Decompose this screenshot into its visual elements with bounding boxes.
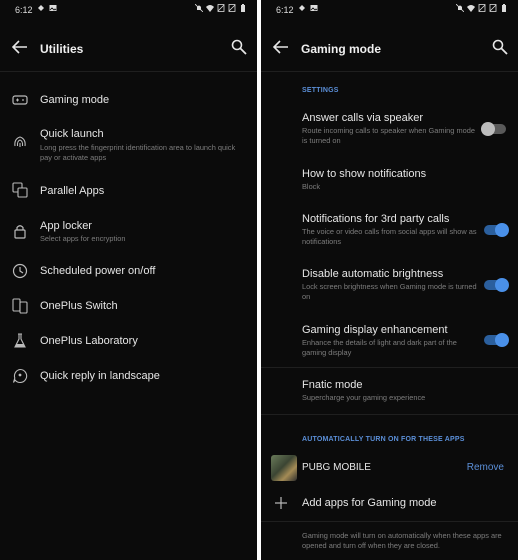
parallel-apps-icon bbox=[12, 182, 28, 198]
list-item-quick-launch[interactable]: Quick launch Long press the fingerprint … bbox=[0, 124, 257, 166]
no-sim-icon bbox=[217, 4, 225, 12]
switch-phones-icon bbox=[12, 298, 28, 314]
divider bbox=[261, 367, 518, 368]
setting-label: Answer calls via speaker bbox=[302, 112, 424, 124]
item-label: Parallel Apps bbox=[40, 185, 105, 197]
list-item-app-locker[interactable]: App locker Select apps for encryption bbox=[0, 214, 257, 250]
mute-icon bbox=[456, 4, 464, 12]
search-icon[interactable] bbox=[492, 39, 508, 55]
setting-subtitle: Lock screen brightness when Gaming mode … bbox=[302, 282, 477, 301]
fingerprint-icon bbox=[14, 136, 26, 147]
mute-icon bbox=[195, 4, 203, 12]
display-enhancement-toggle[interactable] bbox=[484, 333, 509, 347]
image-icon bbox=[310, 5, 318, 11]
add-apps-label: Add apps for Gaming mode bbox=[302, 497, 437, 509]
setting-display-enhancement[interactable]: Gaming display enhancement Enhance the d… bbox=[261, 318, 518, 358]
gaming-mode-screen: 6:12 Gaming mode SETTINGS Answer calls v… bbox=[261, 0, 518, 560]
setting-answer-calls-speaker[interactable]: Answer calls via speaker Route incoming … bbox=[261, 106, 518, 146]
item-label: OnePlus Switch bbox=[40, 300, 118, 312]
item-label: Scheduled power on/off bbox=[40, 265, 156, 277]
third-party-calls-toggle[interactable] bbox=[484, 223, 509, 237]
setting-subtitle: Supercharge your gaming experience bbox=[302, 393, 426, 402]
setting-subtitle: The voice or video calls from social app… bbox=[302, 227, 477, 246]
utilities-screen: 6:12 Utilities Gaming mode Quick launch … bbox=[0, 0, 257, 560]
no-sim-icon bbox=[478, 4, 486, 12]
no-sim-icon bbox=[489, 4, 497, 12]
status-bar: 6:12 bbox=[0, 0, 257, 20]
wifi-icon bbox=[206, 5, 214, 12]
answer-calls-toggle[interactable] bbox=[481, 122, 506, 136]
item-label: App locker bbox=[40, 220, 92, 232]
plus-icon bbox=[275, 497, 287, 509]
clock-icon bbox=[12, 263, 28, 279]
list-item-oneplus-laboratory[interactable]: OnePlus Laboratory bbox=[0, 328, 257, 358]
setting-disable-auto-brightness[interactable]: Disable automatic brightness Lock screen… bbox=[261, 262, 518, 302]
notification-icon bbox=[299, 5, 305, 11]
divider bbox=[261, 414, 518, 415]
app-row-pubg[interactable]: PUBG MOBILE Remove bbox=[261, 452, 518, 484]
setting-3rd-party-calls[interactable]: Notifications for 3rd party calls The vo… bbox=[261, 207, 518, 247]
section-header-settings: SETTINGS bbox=[302, 87, 339, 94]
notification-icon bbox=[38, 5, 44, 11]
no-sim-icon bbox=[228, 4, 236, 12]
setting-label: Disable automatic brightness bbox=[302, 268, 444, 280]
pubg-app-icon bbox=[271, 455, 297, 481]
quick-reply-icon bbox=[12, 368, 28, 384]
status-bar: 6:12 bbox=[261, 0, 518, 20]
setting-label: Gaming display enhancement bbox=[302, 324, 448, 336]
battery-icon bbox=[502, 4, 506, 12]
setting-label: Notifications for 3rd party calls bbox=[302, 213, 450, 225]
app-name: PUBG MOBILE bbox=[302, 462, 371, 473]
search-icon[interactable] bbox=[231, 39, 247, 55]
app-bar: Utilities bbox=[0, 22, 257, 72]
item-subtitle: Select apps for encryption bbox=[40, 234, 126, 243]
setting-fnatic-mode[interactable]: Fnatic mode Supercharge your gaming expe… bbox=[261, 372, 518, 408]
item-label: Gaming mode bbox=[40, 94, 110, 106]
item-label: Quick launch bbox=[40, 128, 104, 140]
section-header-apps: AUTOMATICALLY TURN ON FOR THESE APPS bbox=[302, 436, 465, 443]
add-apps-row[interactable]: Add apps for Gaming mode bbox=[261, 490, 518, 518]
back-arrow-icon[interactable] bbox=[273, 40, 289, 54]
list-item-gaming-mode[interactable]: Gaming mode bbox=[0, 86, 257, 116]
gamepad-icon bbox=[12, 95, 28, 105]
item-label: OnePlus Laboratory bbox=[40, 335, 138, 347]
setting-subtitle: Block bbox=[302, 182, 321, 191]
setting-notifications-display[interactable]: How to show notifications Block bbox=[261, 160, 518, 194]
page-title: Gaming mode bbox=[301, 42, 382, 56]
image-icon bbox=[49, 5, 57, 11]
list-item-scheduled-power[interactable]: Scheduled power on/off bbox=[0, 258, 257, 288]
list-item-quick-reply[interactable]: Quick reply in landscape bbox=[0, 363, 257, 393]
item-subtitle: Long press the fingerprint identificatio… bbox=[40, 143, 236, 162]
lab-flask-icon bbox=[14, 333, 26, 348]
app-bar: Gaming mode bbox=[261, 22, 518, 72]
lock-icon bbox=[14, 225, 26, 239]
battery-icon bbox=[241, 4, 245, 12]
setting-label: Fnatic mode bbox=[302, 379, 363, 391]
setting-subtitle: Enhance the details of light and dark pa… bbox=[302, 338, 457, 357]
setting-label: How to show notifications bbox=[302, 168, 427, 180]
list-item-oneplus-switch[interactable]: OnePlus Switch bbox=[0, 293, 257, 323]
back-arrow-icon[interactable] bbox=[12, 40, 28, 54]
remove-button[interactable]: Remove bbox=[467, 462, 504, 473]
list-item-parallel-apps[interactable]: Parallel Apps bbox=[0, 176, 257, 206]
wifi-icon bbox=[467, 5, 475, 12]
item-label: Quick reply in landscape bbox=[40, 370, 160, 382]
setting-subtitle: Route incoming calls to speaker when Gam… bbox=[302, 126, 475, 145]
divider bbox=[261, 521, 518, 522]
status-time: 6:12 bbox=[15, 5, 33, 15]
auto-brightness-toggle[interactable] bbox=[484, 278, 509, 292]
page-title: Utilities bbox=[40, 42, 84, 56]
footer-note: Gaming mode will turn on automatically w… bbox=[302, 531, 502, 550]
status-time: 6:12 bbox=[276, 5, 294, 15]
